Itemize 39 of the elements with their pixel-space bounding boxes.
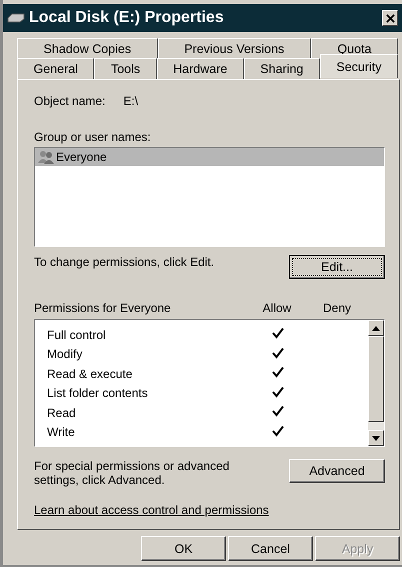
tab[interactable]: Security xyxy=(320,54,398,78)
group-list-label: Group or user names: xyxy=(34,130,152,144)
scroll-up-button[interactable] xyxy=(368,320,384,336)
tab[interactable]: Hardware xyxy=(156,58,244,79)
close-button[interactable] xyxy=(382,10,398,26)
tab[interactable]: Shadow Copies xyxy=(17,38,158,58)
permissions-label: Permissions for Everyone xyxy=(34,301,172,315)
tab[interactable]: Previous Versions xyxy=(158,38,311,58)
advanced-hint: For special permissions or advanced settings, click Advanced. xyxy=(34,459,230,487)
permission-name: Full control xyxy=(47,328,107,342)
column-header: Deny xyxy=(322,301,352,315)
arrow-down-icon xyxy=(372,436,380,440)
permission-name: List folder contents xyxy=(47,386,149,400)
drive-icon xyxy=(7,13,25,23)
scrollbar[interactable] xyxy=(368,320,384,446)
tab[interactable]: General xyxy=(17,58,94,79)
permission-name: Read xyxy=(47,406,77,420)
permission-name: Read & execute xyxy=(47,366,134,381)
object-name-value: E:\ xyxy=(123,94,138,108)
dialog-button[interactable]: Cancel xyxy=(228,536,313,561)
window-title: Local Disk (E:) Properties xyxy=(29,9,225,27)
group-list-item[interactable]: Everyone xyxy=(35,148,384,166)
edit-hint: To change permissions, click Edit. xyxy=(34,255,214,269)
tab[interactable]: Sharing xyxy=(244,58,320,79)
close-icon xyxy=(386,14,394,22)
scroll-down-button[interactable] xyxy=(368,430,384,446)
dialog-button[interactable]: OK xyxy=(141,536,226,561)
users-icon xyxy=(38,150,54,164)
permission-name: Write xyxy=(47,425,76,440)
permission-name: Modify xyxy=(47,347,84,362)
group-list[interactable]: Everyone xyxy=(34,147,385,247)
scrollbar-thumb[interactable] xyxy=(368,336,384,422)
column-header: Allow xyxy=(262,301,292,315)
advanced-button[interactable]: Advanced xyxy=(289,459,385,483)
edit-button[interactable]: Edit... xyxy=(289,255,385,279)
object-name-label: Object name: xyxy=(34,94,106,108)
arrow-up-icon xyxy=(372,326,380,330)
tab[interactable]: Tools xyxy=(94,58,157,79)
help-link[interactable]: Learn about access control and permissions xyxy=(34,503,385,517)
